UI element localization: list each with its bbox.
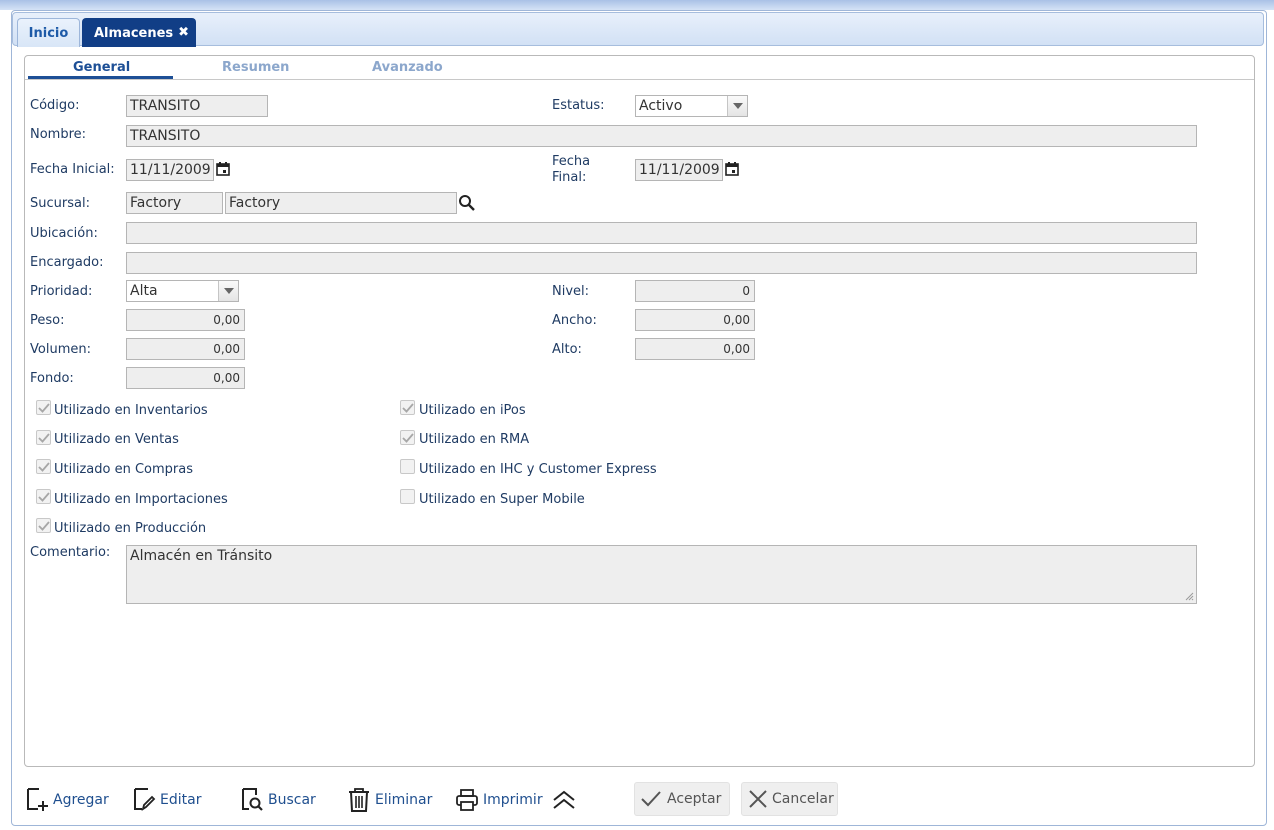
alto-label: Alto: xyxy=(552,342,582,357)
subtab-resumen[interactable]: Resumen xyxy=(222,60,289,75)
window-top-strip xyxy=(0,0,1274,10)
tab-inicio[interactable]: Inicio xyxy=(17,18,80,47)
editar-button[interactable]: Editar xyxy=(132,784,201,816)
estatus-value: Activo xyxy=(639,98,683,114)
checkbox-importaciones-label: Utilizado en Importaciones xyxy=(54,492,228,507)
alto-field[interactable]: 0,00 xyxy=(635,338,755,360)
volumen-field[interactable]: 0,00 xyxy=(126,338,245,360)
subtab-active-indicator xyxy=(28,76,173,79)
eliminar-button[interactable]: Eliminar xyxy=(347,784,432,816)
encargado-label: Encargado: xyxy=(30,255,104,270)
nombre-label: Nombre: xyxy=(30,127,87,142)
ancho-label: Ancho: xyxy=(552,313,597,328)
fondo-label: Fondo: xyxy=(30,371,74,386)
search-document-icon xyxy=(242,788,263,811)
sucursal-name-field[interactable]: Factory xyxy=(225,192,457,214)
comentario-label: Comentario: xyxy=(30,545,111,560)
resize-grip-icon[interactable] xyxy=(1184,591,1194,601)
nivel-field[interactable]: 0 xyxy=(635,280,755,302)
fecha-final-label-1: Fecha xyxy=(552,154,591,169)
comentario-text: Almacén en Tránsito xyxy=(130,548,273,564)
checkbox-compras-label: Utilizado en Compras xyxy=(54,462,193,477)
cancelar-button[interactable]: Cancelar xyxy=(741,782,838,816)
peso-label: Peso: xyxy=(30,313,65,328)
search-icon[interactable] xyxy=(458,194,476,212)
checkbox-produccion-label: Utilizado en Producción xyxy=(54,521,207,536)
checkbox-super-mobile-label: Utilizado en Super Mobile xyxy=(419,492,585,507)
codigo-label: Código: xyxy=(30,98,80,113)
estatus-select[interactable]: Activo xyxy=(635,95,748,117)
imprimir-label: Imprimir xyxy=(483,792,543,808)
checkbox-rma-label: Utilizado en RMA xyxy=(419,432,530,447)
printer-icon xyxy=(456,789,478,811)
cancelar-label: Cancelar xyxy=(772,791,834,807)
comentario-textarea[interactable]: Almacén en Tránsito xyxy=(126,545,1197,604)
tab-almacenes-label: Almacenes xyxy=(94,25,174,41)
checkbox-compras[interactable] xyxy=(36,459,51,474)
estatus-label: Estatus: xyxy=(552,98,605,113)
fecha-inicial-field[interactable]: 11/11/2009 xyxy=(126,159,214,181)
edit-document-icon xyxy=(134,788,156,812)
trash-icon xyxy=(349,788,369,812)
chevron-down-icon[interactable] xyxy=(218,281,238,301)
checkbox-ipos[interactable] xyxy=(400,400,415,415)
main-tabbar: Inicio Almacenes ✖ xyxy=(12,12,1264,47)
close-icon xyxy=(749,790,767,808)
checkbox-ihc-label: Utilizado en IHC y Customer Express xyxy=(419,462,657,477)
checkbox-ventas-label: Utilizado en Ventas xyxy=(54,432,179,447)
ubicacion-field[interactable] xyxy=(126,222,1197,244)
aceptar-button[interactable]: Aceptar xyxy=(634,782,730,816)
sucursal-code-field[interactable]: Factory xyxy=(126,192,223,214)
encargado-field[interactable] xyxy=(126,252,1197,274)
subtab-avanzado[interactable]: Avanzado xyxy=(372,60,443,75)
fondo-field[interactable]: 0,00 xyxy=(126,367,245,389)
nombre-field[interactable]: TRANSITO xyxy=(126,125,1197,147)
editar-label: Editar xyxy=(160,792,202,808)
checkbox-super-mobile[interactable] xyxy=(400,489,415,504)
close-icon[interactable]: ✖ xyxy=(178,25,189,40)
add-document-icon xyxy=(27,788,48,811)
eliminar-label: Eliminar xyxy=(375,792,433,808)
tab-almacenes[interactable]: Almacenes ✖ xyxy=(82,18,196,47)
codigo-field[interactable]: TRANSITO xyxy=(126,95,268,117)
agregar-label: Agregar xyxy=(53,792,109,808)
checkbox-inventarios-label: Utilizado en Inventarios xyxy=(54,403,208,418)
ancho-field[interactable]: 0,00 xyxy=(635,309,755,331)
fecha-inicial-label: Fecha Inicial: xyxy=(30,162,115,177)
subtab-bar: General Resumen Avanzado xyxy=(25,56,1254,80)
checkbox-importaciones[interactable] xyxy=(36,489,51,504)
checkbox-inventarios[interactable] xyxy=(36,400,51,415)
imprimir-button[interactable]: Imprimir xyxy=(455,784,543,816)
prioridad-select[interactable]: Alta xyxy=(126,280,239,302)
buscar-label: Buscar xyxy=(268,792,316,808)
prioridad-label: Prioridad: xyxy=(30,284,93,299)
ubicacion-label: Ubicación: xyxy=(30,226,98,241)
check-icon xyxy=(641,791,661,807)
checkbox-ipos-label: Utilizado en iPos xyxy=(419,403,526,418)
sucursal-label: Sucursal: xyxy=(30,196,90,211)
fecha-final-label-2: Final: xyxy=(552,170,587,185)
nivel-label: Nivel: xyxy=(552,284,590,299)
calendar-icon[interactable] xyxy=(216,162,230,176)
checkbox-rma[interactable] xyxy=(400,430,415,445)
chevron-down-icon[interactable] xyxy=(727,96,747,116)
checkbox-ventas[interactable] xyxy=(36,430,51,445)
fecha-final-field[interactable]: 11/11/2009 xyxy=(635,159,723,181)
aceptar-label: Aceptar xyxy=(667,791,722,807)
checkbox-ihc[interactable] xyxy=(400,459,415,474)
agregar-button[interactable]: Agregar xyxy=(25,784,109,816)
double-chevron-up-icon[interactable] xyxy=(552,790,576,810)
calendar-icon[interactable] xyxy=(725,162,739,176)
buscar-button[interactable]: Buscar xyxy=(240,784,316,816)
peso-field[interactable]: 0,00 xyxy=(126,309,245,331)
checkbox-produccion[interactable] xyxy=(36,518,51,533)
volumen-label: Volumen: xyxy=(30,342,91,357)
subtab-general[interactable]: General xyxy=(73,60,130,75)
prioridad-value: Alta xyxy=(130,283,158,299)
